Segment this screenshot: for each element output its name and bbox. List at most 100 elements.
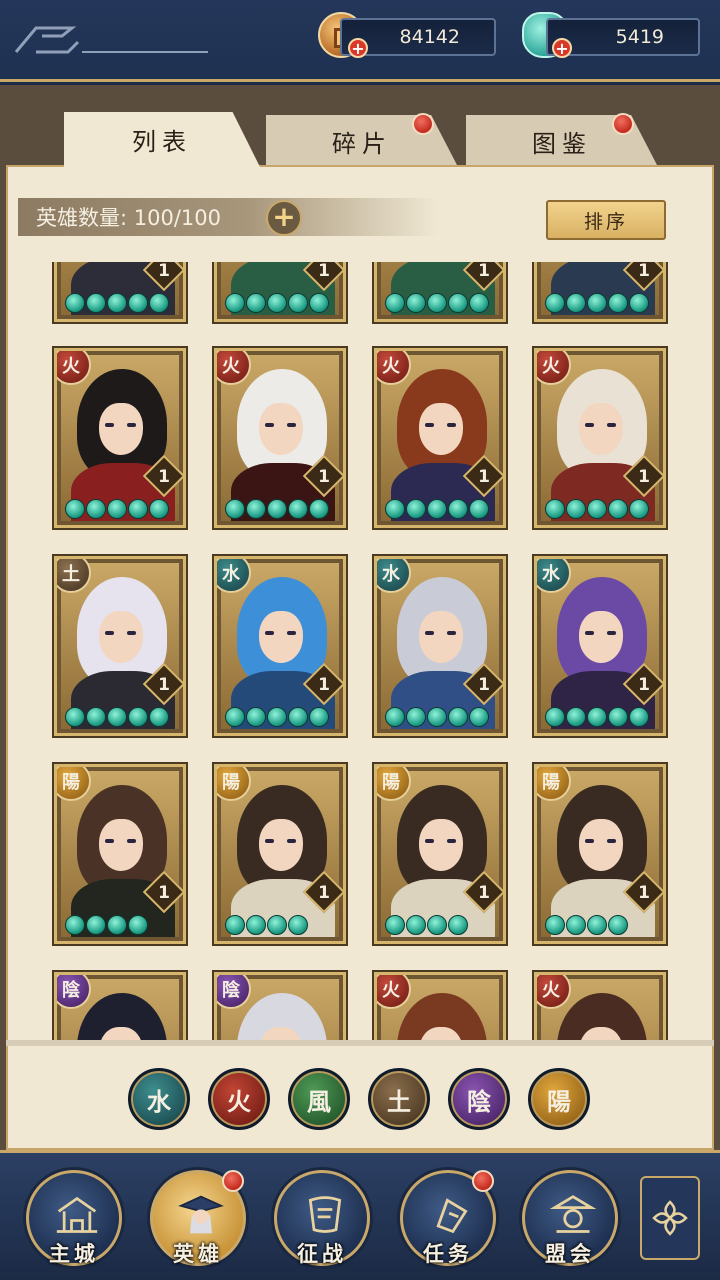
jade-star-icon bbox=[149, 293, 169, 313]
tab-list[interactable]: 列表 bbox=[64, 112, 260, 167]
nav-label: 征战 bbox=[297, 1242, 347, 1266]
nav-label: 主城 bbox=[49, 1242, 99, 1266]
hero-card[interactable]: 火 bbox=[534, 972, 666, 1042]
star-rating bbox=[545, 707, 649, 727]
jade-star-icon bbox=[246, 499, 266, 519]
hero-count-label: 英雄数量: 100/100 bbox=[36, 206, 221, 230]
hero-level: 1 bbox=[318, 883, 330, 903]
jade-star-icon bbox=[309, 293, 329, 313]
star-rating bbox=[545, 915, 628, 935]
jade-star-icon bbox=[86, 499, 106, 519]
hero-card[interactable]: 1水 bbox=[214, 556, 346, 736]
jade-star-icon bbox=[629, 293, 649, 313]
star-rating bbox=[225, 293, 329, 313]
hero-level: 1 bbox=[638, 262, 650, 281]
jade-star-icon bbox=[128, 707, 148, 727]
jade-star-icon bbox=[225, 915, 245, 935]
star-rating bbox=[385, 707, 489, 727]
hero-card[interactable]: 1火 bbox=[214, 348, 346, 528]
hero-card[interactable]: 1土 bbox=[54, 556, 186, 736]
tab-fragments-badge bbox=[412, 113, 434, 135]
jade-star-icon bbox=[288, 915, 308, 935]
jade-star-icon bbox=[448, 293, 468, 313]
filter-yin-button[interactable]: 陰 bbox=[448, 1068, 510, 1130]
jade-star-icon bbox=[406, 499, 426, 519]
hero-card[interactable]: 1陽 bbox=[214, 764, 346, 944]
hero-card[interactable]: 1水 bbox=[374, 556, 506, 736]
jade-star-icon bbox=[629, 499, 649, 519]
star-rating bbox=[545, 293, 649, 313]
nav-label: 英雄 bbox=[173, 1242, 223, 1266]
hero-card[interactable]: 1 bbox=[54, 262, 186, 322]
jade-star-icon bbox=[629, 707, 649, 727]
jade-star-icon bbox=[267, 915, 287, 935]
hero-card[interactable]: 1 bbox=[534, 262, 666, 322]
expand-hero-slots-button[interactable]: + bbox=[266, 200, 302, 236]
add-coin-button[interactable]: + bbox=[348, 38, 368, 58]
star-rating bbox=[385, 499, 489, 519]
jade-star-icon bbox=[587, 499, 607, 519]
tab-codex-label: 图鉴 bbox=[532, 129, 592, 158]
jade-star-icon bbox=[246, 707, 266, 727]
jade-star-icon bbox=[427, 499, 447, 519]
guild-pavilion-icon bbox=[549, 1195, 597, 1233]
sort-button-label: 排序 bbox=[583, 210, 628, 233]
jade-star-icon bbox=[587, 915, 607, 935]
nav-label: 任务 bbox=[423, 1242, 473, 1266]
hero-portrait-icon bbox=[178, 1195, 224, 1234]
hero-card[interactable]: 1火 bbox=[374, 348, 506, 528]
jade-star-icon bbox=[225, 293, 245, 313]
jade-star-icon bbox=[608, 293, 628, 313]
hero-count: 英雄数量: 100/100 bbox=[18, 198, 438, 236]
hero-card[interactable]: 1陽 bbox=[54, 764, 186, 944]
jade-star-icon bbox=[608, 499, 628, 519]
jade-star-icon bbox=[545, 293, 565, 313]
hero-card[interactable]: 1火 bbox=[534, 348, 666, 528]
star-rating bbox=[385, 915, 468, 935]
hero-card[interactable]: 1陽 bbox=[374, 764, 506, 944]
hero-card[interactable]: 火 bbox=[374, 972, 506, 1042]
add-jade-button[interactable]: + bbox=[552, 38, 572, 58]
star-rating bbox=[225, 707, 329, 727]
filter-wind-button[interactable]: 風 bbox=[288, 1068, 350, 1130]
hero-level: 1 bbox=[158, 883, 170, 903]
jade-star-icon bbox=[469, 707, 489, 727]
more-menu-button[interactable] bbox=[640, 1176, 700, 1260]
hero-card[interactable]: 1 bbox=[214, 262, 346, 322]
jade-star-icon bbox=[128, 499, 148, 519]
hero-card[interactable]: 1陽 bbox=[534, 764, 666, 944]
filter-water-button[interactable]: 水 bbox=[128, 1068, 190, 1130]
jade-star-icon bbox=[225, 707, 245, 727]
jade-star-icon bbox=[267, 707, 287, 727]
filter-fire-button[interactable]: 火 bbox=[208, 1068, 270, 1130]
nav-notification-dot bbox=[222, 1170, 244, 1192]
hero-level: 1 bbox=[158, 262, 170, 281]
jade-star-icon bbox=[545, 707, 565, 727]
hero-card[interactable]: 1火 bbox=[54, 348, 186, 528]
jade-star-icon bbox=[246, 293, 266, 313]
jade-star-icon bbox=[225, 499, 245, 519]
jade-star-icon bbox=[385, 293, 405, 313]
jade-star-icon bbox=[288, 707, 308, 727]
hero-card[interactable]: 陰 bbox=[54, 972, 186, 1042]
filter-earth-button[interactable]: 土 bbox=[368, 1068, 430, 1130]
star-rating bbox=[65, 293, 169, 313]
jade-star-icon bbox=[107, 293, 127, 313]
star-rating bbox=[225, 915, 308, 935]
jade-star-icon bbox=[385, 499, 405, 519]
jade-star-icon bbox=[587, 707, 607, 727]
sort-button[interactable]: 排序 bbox=[546, 200, 666, 240]
jade-star-icon bbox=[566, 707, 586, 727]
hero-card[interactable]: 1水 bbox=[534, 556, 666, 736]
jade-star-icon bbox=[608, 915, 628, 935]
jade-star-icon bbox=[65, 915, 85, 935]
jade-star-icon bbox=[545, 499, 565, 519]
hero-grid: 11111火1火1火1火1土1水1水1水1陽1陽1陽1陽陰陰火火 bbox=[6, 262, 714, 1042]
filter-yang-button[interactable]: 陽 bbox=[528, 1068, 590, 1130]
hero-card[interactable]: 陰 bbox=[214, 972, 346, 1042]
hero-card[interactable]: 1 bbox=[374, 262, 506, 322]
jade-star-icon bbox=[65, 707, 85, 727]
tab-fragments-label: 碎片 bbox=[332, 129, 392, 158]
hero-level: 1 bbox=[318, 262, 330, 281]
hero-level: 1 bbox=[478, 262, 490, 281]
